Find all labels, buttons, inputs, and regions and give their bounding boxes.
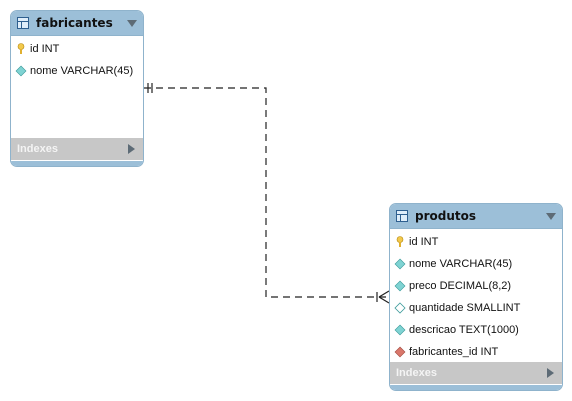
table-icon [17, 17, 29, 29]
column-row[interactable]: id INT [11, 38, 143, 60]
foreign-key-diamond-icon [394, 346, 406, 358]
table-footer [390, 385, 562, 390]
table-header[interactable]: produtos [390, 204, 562, 229]
column-label: preco DECIMAL(8,2) [409, 280, 512, 292]
column-diamond-icon [15, 65, 27, 77]
column-row[interactable]: descricao TEXT(1000) [390, 319, 562, 341]
key-icon [396, 236, 404, 247]
table-title: fabricantes [36, 16, 113, 30]
column-label: id INT [409, 236, 439, 248]
table-fabricantes[interactable]: fabricantes id INT nome VARCHAR(45) Inde… [10, 10, 144, 167]
collapse-arrow-icon[interactable] [546, 212, 556, 220]
column-list: id INT nome VARCHAR(45) preco DECIMAL(8,… [390, 229, 562, 363]
column-row[interactable]: nome VARCHAR(45) [390, 253, 562, 275]
column-label: fabricantes_id INT [409, 346, 499, 358]
table-header[interactable]: fabricantes [11, 11, 143, 36]
indexes-label: Indexes [17, 143, 58, 155]
relationship-line[interactable] [144, 87, 389, 298]
column-label: quantidade SMALLINT [409, 302, 521, 314]
table-footer [11, 161, 143, 166]
expand-arrow-icon[interactable] [128, 144, 135, 154]
column-label: nome VARCHAR(45) [30, 65, 134, 77]
indexes-label: Indexes [396, 367, 437, 379]
column-label: id INT [30, 43, 60, 55]
nullable-column-diamond-icon [394, 302, 406, 314]
table-icon [396, 210, 408, 222]
indexes-bar[interactable]: Indexes [11, 138, 143, 160]
key-icon [17, 43, 25, 54]
indexes-bar[interactable]: Indexes [390, 362, 562, 384]
column-label: nome VARCHAR(45) [409, 258, 513, 270]
column-row[interactable]: fabricantes_id INT [390, 341, 562, 363]
table-produtos[interactable]: produtos id INT nome VARCHAR(45) preco D… [389, 203, 563, 391]
column-label: descricao TEXT(1000) [409, 324, 519, 336]
column-diamond-icon [394, 280, 406, 292]
column-row[interactable]: id INT [390, 231, 562, 253]
table-title: produtos [415, 209, 477, 223]
collapse-arrow-icon[interactable] [127, 19, 137, 27]
column-row[interactable]: nome VARCHAR(45) [11, 60, 143, 82]
column-row[interactable]: quantidade SMALLINT [390, 297, 562, 319]
expand-arrow-icon[interactable] [547, 368, 554, 378]
column-diamond-icon [394, 324, 406, 336]
column-diamond-icon [394, 258, 406, 270]
column-list: id INT nome VARCHAR(45) [11, 36, 143, 82]
column-row[interactable]: preco DECIMAL(8,2) [390, 275, 562, 297]
